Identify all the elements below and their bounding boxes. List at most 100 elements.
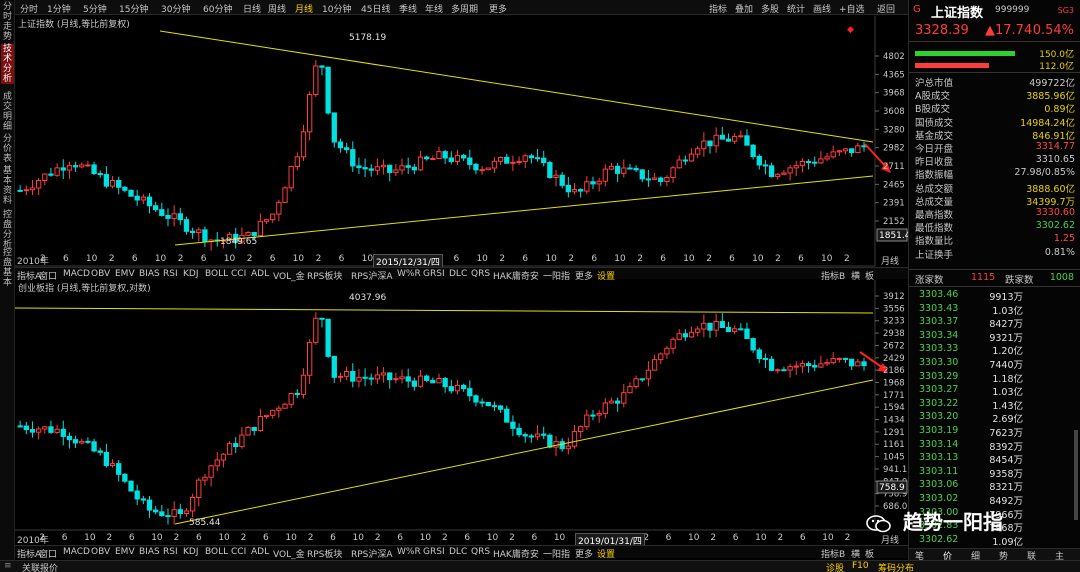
indicator-bar-2-item-12[interactable]: RPS板块: [307, 547, 342, 560]
indicator-bar-1-item-14[interactable]: W%R: [397, 269, 421, 279]
indicator-bar-2-item-5[interactable]: BIAS: [139, 547, 160, 557]
indicator-bar-2-right-0[interactable]: 指标B: [821, 547, 845, 560]
tick-scrollbar[interactable]: [1074, 430, 1078, 520]
indicator-bar-2-item-14[interactable]: W%R: [397, 547, 421, 557]
up-count: 1115: [971, 272, 996, 283]
indicator-bar-2-item-4[interactable]: EMV: [115, 547, 135, 557]
tick-row: 3303.43 1.03亿: [909, 303, 1080, 317]
indicator-bar-2-item-18[interactable]: HAK庸奇安: [493, 547, 539, 560]
indicator-bar-2-item-9[interactable]: CCI: [231, 547, 246, 557]
vtab-price-table[interactable]: 分价表: [1, 134, 14, 164]
indicator-bar-1-item-5[interactable]: BIAS: [139, 269, 160, 279]
candle-body: [202, 229, 208, 243]
vtab-intraday[interactable]: 分时走势: [1, 2, 14, 42]
period-10min[interactable]: 10分钟: [322, 2, 351, 15]
chart1-y-tick: 2982: [883, 144, 905, 154]
period-multi[interactable]: 多周期: [451, 2, 478, 15]
indicator-bar-2-item-19[interactable]: 一阳指: [543, 547, 570, 560]
tick-volume: 1.03亿: [992, 387, 1023, 399]
period-quarterly[interactable]: 季线: [399, 2, 417, 15]
indicator-bar-2-right-2[interactable]: 板: [865, 547, 874, 560]
indicator-bar-2-item-3[interactable]: OBV: [91, 547, 110, 557]
indicator-bar-1-item-15[interactable]: GRSI: [423, 269, 445, 279]
candle-body: [830, 357, 836, 364]
candle-body: [48, 173, 54, 176]
status-menu-icon[interactable]: ≡: [4, 561, 12, 571]
candle-body: [836, 150, 843, 153]
indicator-bar-2-item-6[interactable]: RSI: [163, 547, 178, 557]
candle-body: [541, 433, 547, 436]
left-vertical-tabs: 分时走势 技术分析 成交明细 分价表 基本资料 控盘分析 控盘基本: [0, 0, 15, 560]
indicator-bar-1-item-3[interactable]: OBV: [91, 269, 110, 279]
indicator-bar-2-item-1[interactable]: 窗口: [39, 547, 57, 560]
indicator-bar-2-item-10[interactable]: ADL: [251, 547, 269, 557]
indicator-bar-1-item-2[interactable]: MACD: [63, 269, 90, 279]
indicator-bar-2-right-1[interactable]: 横: [851, 547, 860, 560]
indicator-bar-2-item-21[interactable]: 设置: [597, 547, 615, 560]
indicator-bar-1-item-7[interactable]: KDJ: [183, 269, 199, 279]
toolbar-draw-line[interactable]: 画线: [813, 2, 831, 15]
candle-body: [590, 181, 596, 185]
status-chips[interactable]: 筹码分布: [878, 561, 914, 572]
candle-body: [189, 230, 196, 233]
period-45day[interactable]: 45日线: [361, 2, 390, 15]
candle-body: [159, 511, 165, 517]
indicator-bar-1-item-9[interactable]: CCI: [231, 269, 246, 279]
candle-body: [812, 365, 818, 368]
indicator-bar-2-item-15[interactable]: GRSI: [423, 547, 445, 557]
indicator-bar-1-item-6[interactable]: RSI: [163, 269, 178, 279]
period-60min[interactable]: 60分钟: [203, 2, 232, 15]
candle-body: [251, 426, 257, 431]
indicator-bar-2-item-20[interactable]: 更多: [575, 547, 593, 560]
toolbar-add-favorite[interactable]: +自选: [839, 2, 865, 15]
chart1-candlestick[interactable]: 5178.19 1849.65 4802 4365 3968 3608 3280 2982…: [15, 16, 908, 268]
indicator-bar-2-item-11[interactable]: VOL_金: [273, 547, 305, 560]
vtab-control[interactable]: 控盘分析: [1, 210, 14, 250]
period-15min[interactable]: 15分钟: [119, 2, 148, 15]
period-more[interactable]: 更多: [489, 2, 507, 15]
indicator-bar-1-item-10[interactable]: ADL: [251, 269, 269, 279]
vtab-profile[interactable]: 基本资料: [1, 166, 14, 206]
vtab-control-basic[interactable]: 控盘基本: [1, 248, 14, 288]
period-weekly[interactable]: 周线: [268, 2, 286, 15]
indicator-bar-2-item-13[interactable]: RPS沪深A: [351, 547, 393, 560]
stat-value: 3310.65: [1035, 154, 1075, 166]
candle-body: [436, 377, 442, 384]
period-daily[interactable]: 日线: [243, 2, 261, 15]
period-yearly[interactable]: 年线: [425, 2, 443, 15]
candle-body: [226, 443, 233, 455]
indicator-bar-2-item-7[interactable]: KDJ: [183, 547, 199, 557]
indicator-bar-2-item-8[interactable]: BOLL: [205, 547, 228, 557]
toolbar-stats[interactable]: 统计: [787, 2, 805, 15]
period-monthly[interactable]: 月线: [295, 2, 313, 15]
indicator-bar-1-item-4[interactable]: EMV: [115, 269, 135, 279]
status-diagnose[interactable]: 诊股: [826, 561, 844, 572]
chart2-candlestick[interactable]: 4037.96 585.44 3912 3556 3233 2938 2672 2429 2…: [15, 280, 908, 532]
indicator-bar-2-item-2[interactable]: MACD: [63, 547, 90, 557]
indicator-bar-2-item-0[interactable]: 指标A: [17, 547, 41, 560]
toolbar-overlay[interactable]: 叠加: [735, 2, 753, 15]
candle-body: [362, 167, 368, 170]
toolbar-multi-stock[interactable]: 多股: [761, 2, 779, 15]
period-intraday[interactable]: 分时: [20, 2, 38, 15]
indicator-bar-1-item-17[interactable]: QRS: [471, 269, 490, 279]
toolbar-back[interactable]: 返回: [877, 2, 895, 15]
toolbar-indicator[interactable]: 指标: [709, 2, 727, 15]
period-30min[interactable]: 30分钟: [161, 2, 190, 15]
period-1min[interactable]: 1分钟: [47, 2, 71, 15]
candle-body: [387, 372, 393, 381]
chart1-y-tick: 4365: [883, 70, 905, 80]
indicator-bar-1-item-8[interactable]: BOLL: [205, 269, 228, 279]
candle-body: [17, 425, 23, 428]
indicator-bar-1-item-16[interactable]: DLC: [449, 269, 467, 279]
indicator-bar-2-item-16[interactable]: DLC: [449, 547, 467, 557]
chart1-period-label: 月线: [881, 257, 900, 267]
candle-body: [128, 480, 134, 492]
status-related-quotes[interactable]: 关联报价: [22, 561, 58, 572]
vtab-technical[interactable]: 技术分析: [1, 44, 14, 84]
vtab-trade-detail[interactable]: 成交明细: [1, 92, 14, 132]
quote-panel: G 上证指数 999999 SG3 3328.39 ▲17.74 0.54% 1…: [908, 0, 1080, 562]
status-f10[interactable]: F10: [852, 561, 869, 571]
period-5min[interactable]: 5分钟: [83, 2, 107, 15]
indicator-bar-2-item-17[interactable]: QRS: [471, 547, 490, 557]
